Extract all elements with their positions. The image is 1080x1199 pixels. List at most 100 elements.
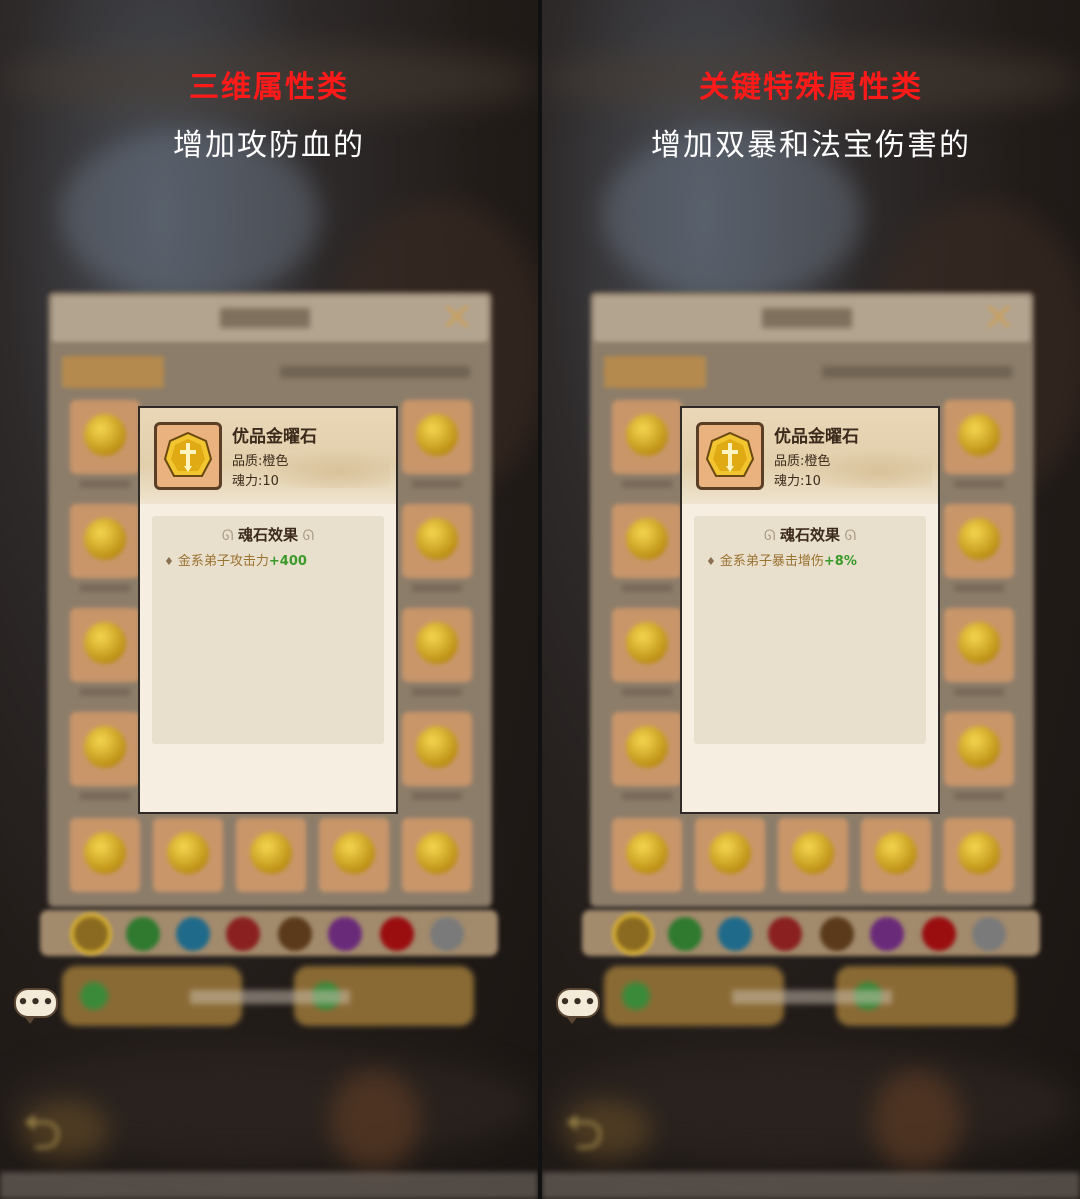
inventory-slot[interactable] (70, 712, 140, 786)
window-tab[interactable] (62, 356, 164, 388)
inventory-slot[interactable] (612, 400, 682, 474)
diamond-bullet-icon: ♦ (164, 555, 174, 568)
element-filter-purple[interactable] (870, 917, 904, 951)
inventory-slot[interactable] (70, 608, 140, 682)
blurred-hint-text (190, 990, 350, 1004)
back-arrow-icon[interactable]: ⮌ (22, 1096, 62, 1181)
caption-title: 关键特殊属性类 (699, 70, 923, 105)
item-name: 优品金曜石 (774, 427, 859, 447)
item-quality: 品质:橙色 (232, 454, 289, 469)
inventory-slot[interactable] (70, 818, 140, 892)
effect-value: +8% (823, 554, 857, 569)
cloud-swirl-icon: ᘏ (221, 528, 238, 544)
inventory-slot[interactable] (153, 818, 223, 892)
element-filter-brown[interactable] (278, 917, 312, 951)
inventory-slot[interactable] (944, 400, 1014, 474)
window-title-blurred (762, 308, 852, 328)
inventory-slot[interactable] (402, 504, 472, 578)
slot-label-blurred (80, 480, 130, 488)
inventory-slot[interactable] (612, 504, 682, 578)
element-filter-green[interactable] (126, 917, 160, 951)
element-filter-gold[interactable] (616, 917, 650, 951)
slot-label-blurred (954, 584, 1004, 592)
window-hint-blurred (280, 366, 470, 378)
cloud-swirl-icon: ᘏ (763, 528, 780, 544)
window-hint-blurred (822, 366, 1012, 378)
effect-title-text: 魂石效果 (779, 526, 840, 544)
element-filter-crimson[interactable] (922, 917, 956, 951)
element-filter-purple[interactable] (328, 917, 362, 951)
window-title-blurred (220, 308, 310, 328)
slot-label-blurred (412, 792, 462, 800)
bottom-strip (0, 1172, 538, 1199)
cloud-swirl-icon: ᘏ (298, 528, 315, 544)
element-filter-grey[interactable] (430, 917, 464, 951)
element-filter-brown[interactable] (820, 917, 854, 951)
slot-label-blurred (954, 688, 1004, 696)
window-tab[interactable] (604, 356, 706, 388)
back-arrow-icon[interactable]: ⮌ (564, 1096, 604, 1181)
inventory-slot[interactable] (402, 712, 472, 786)
element-filter-crimson[interactable] (380, 917, 414, 951)
inventory-slot[interactable] (236, 818, 306, 892)
inventory-slot[interactable] (612, 608, 682, 682)
slot-label-blurred (412, 480, 462, 488)
inventory-slot[interactable] (778, 818, 848, 892)
element-filter-green[interactable] (668, 917, 702, 951)
inventory-slot[interactable] (944, 504, 1014, 578)
blurred-character-figure (872, 1070, 962, 1170)
item-quality: 品质:橙色 (774, 454, 831, 469)
inventory-slot[interactable] (402, 400, 472, 474)
element-filter-blue[interactable] (718, 917, 752, 951)
button-gem-icon (80, 982, 108, 1010)
element-filter-blue[interactable] (176, 917, 210, 951)
effect-box: ᘏ 魂石效果 ᘏ ♦ 金系弟子攻击力+400 (152, 516, 384, 744)
inventory-slot[interactable] (612, 712, 682, 786)
inventory-slot[interactable] (612, 818, 682, 892)
blurred-hint-text (732, 990, 892, 1004)
element-filter-grey[interactable] (972, 917, 1006, 951)
inventory-slot[interactable] (944, 608, 1014, 682)
slot-label-blurred (412, 688, 462, 696)
effect-title-text: 魂石效果 (237, 526, 298, 544)
element-filter-red[interactable] (768, 917, 802, 951)
effect-line: ♦ 金系弟子暴击增伤+8% (706, 550, 857, 569)
item-soul-power: 魂力:10 (774, 474, 821, 489)
gold-sword-gem-icon (154, 422, 222, 490)
comparison-panel-left: 三维属性类 增加攻防血的 ✕ ••• ⮌ 优品金曜石 品质:橙色 魂力:10 ᘏ… (0, 0, 538, 1199)
inventory-slot[interactable] (944, 712, 1014, 786)
inventory-slot[interactable] (402, 818, 472, 892)
caption-subtitle: 增加攻防血的 (173, 128, 365, 163)
item-name: 优品金曜石 (232, 427, 317, 447)
inventory-slot[interactable] (319, 818, 389, 892)
item-tooltip: 优品金曜石 品质:橙色 魂力:10 ᘏ 魂石效果 ᘏ ♦ 金系弟子暴击增伤+8% (680, 406, 940, 814)
cloud-swirl-icon: ᘏ (840, 528, 857, 544)
slot-label-blurred (622, 480, 672, 488)
slot-label-blurred (622, 792, 672, 800)
blurred-character-figure (330, 1070, 420, 1170)
gold-sword-gem-icon (696, 422, 764, 490)
diamond-bullet-icon: ♦ (706, 555, 716, 568)
item-tooltip: 优品金曜石 品质:橙色 魂力:10 ᘏ 魂石效果 ᘏ ♦ 金系弟子攻击力+400 (138, 406, 398, 814)
inventory-slot[interactable] (402, 608, 472, 682)
inventory-slot[interactable] (861, 818, 931, 892)
effect-line: ♦ 金系弟子攻击力+400 (164, 550, 307, 569)
effect-label: 金系弟子暴击增伤 (719, 554, 824, 569)
inventory-slot[interactable] (70, 504, 140, 578)
effect-title: ᘏ 魂石效果 ᘏ (694, 524, 926, 545)
close-x-icon[interactable]: ✕ (982, 298, 1016, 338)
inventory-slot[interactable] (70, 400, 140, 474)
inventory-slot[interactable] (695, 818, 765, 892)
chat-bubble-icon[interactable]: ••• (14, 988, 58, 1024)
inventory-slot[interactable] (944, 818, 1014, 892)
effect-box: ᘏ 魂石效果 ᘏ ♦ 金系弟子暴击增伤+8% (694, 516, 926, 744)
caption-subtitle: 增加双暴和法宝伤害的 (651, 128, 971, 163)
bottom-strip (542, 1172, 1080, 1199)
slot-label-blurred (622, 688, 672, 696)
caption-title: 三维属性类 (189, 70, 349, 105)
effect-label: 金系弟子攻击力 (177, 554, 269, 569)
element-filter-red[interactable] (226, 917, 260, 951)
close-x-icon[interactable]: ✕ (440, 298, 474, 338)
chat-bubble-icon[interactable]: ••• (556, 988, 600, 1024)
element-filter-gold[interactable] (74, 917, 108, 951)
